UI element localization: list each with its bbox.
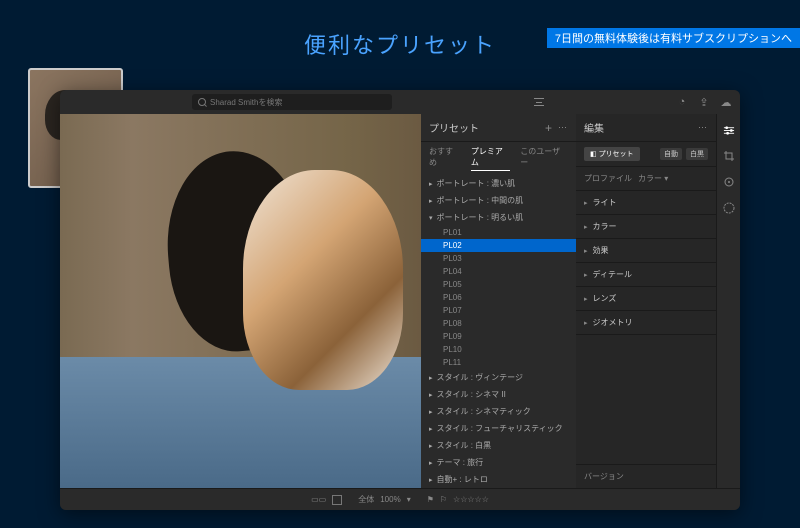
- profile-value[interactable]: カラー ▾: [638, 173, 668, 184]
- edit-section[interactable]: ▸ジオメトリ: [576, 311, 716, 335]
- bottom-bar: ▭▭ 全体 100% ▾ ⚑ ⚐ ☆☆☆☆☆: [60, 488, 740, 510]
- caret-icon: ▸: [429, 180, 433, 188]
- preset-item[interactable]: PL06: [421, 291, 576, 304]
- preset-item[interactable]: PL05: [421, 278, 576, 291]
- preset-group[interactable]: ▸ポートレート : 濃い肌: [421, 175, 576, 192]
- edit-section[interactable]: ▸カラー: [576, 215, 716, 239]
- crop-tool-icon[interactable]: [723, 150, 735, 162]
- preset-group[interactable]: ▸自動+ : レトロ: [421, 471, 576, 488]
- caret-icon: ▸: [429, 408, 433, 416]
- top-bar: Sharad Smithを検索 ◔ ⇪ ☁: [60, 90, 740, 114]
- caret-icon: ▸: [584, 295, 588, 303]
- preset-item[interactable]: PL11: [421, 356, 576, 369]
- preset-group[interactable]: ▸テーマ : 旅行: [421, 454, 576, 471]
- preset-item[interactable]: PL10: [421, 343, 576, 356]
- trial-banner: 7日間の無料体験後は有料サブスクリプションへ: [547, 28, 800, 48]
- preset-group[interactable]: ▸ポートレート : 中間の肌: [421, 192, 576, 209]
- filter-icon[interactable]: [534, 98, 544, 106]
- preset-item[interactable]: PL01: [421, 226, 576, 239]
- preset-group[interactable]: ▸スタイル : フューチャリスティック: [421, 420, 576, 437]
- profile-label: プロファイル: [584, 173, 632, 184]
- preset-group[interactable]: ▸スタイル : シネマ II: [421, 386, 576, 403]
- caret-icon: ▸: [429, 442, 433, 450]
- bell-icon[interactable]: ◔: [676, 96, 688, 108]
- auto-pill[interactable]: 自動: [660, 148, 682, 160]
- caret-icon: ▸: [584, 247, 588, 255]
- caret-icon: ▸: [429, 374, 433, 382]
- app-window: Sharad Smithを検索 ◔ ⇪ ☁ プリセット + ⋯ おすすめプレミア…: [60, 90, 740, 510]
- presets-panel: プリセット + ⋯ おすすめプレミアムこのユーザー ▸ポートレート : 濃い肌▸…: [421, 114, 576, 488]
- cloud-icon[interactable]: ☁: [720, 96, 732, 108]
- caret-icon: ▾: [429, 214, 433, 222]
- edit-section[interactable]: ▸効果: [576, 239, 716, 263]
- preset-tab[interactable]: このユーザー: [520, 146, 568, 171]
- caret-icon: ▸: [584, 319, 588, 327]
- caret-icon: ▸: [429, 391, 433, 399]
- search-placeholder: Sharad Smithを検索: [210, 97, 282, 108]
- preset-tab[interactable]: おすすめ: [429, 146, 461, 171]
- edit-panel: 編集 ⋯ ◧ プリセット 自動 白黒 プロファイル カラー ▾ ▸ライト▸カラー…: [576, 114, 716, 488]
- add-preset-button[interactable]: +: [545, 121, 552, 135]
- caret-icon: ▸: [429, 476, 433, 484]
- right-toolbar: [716, 114, 740, 488]
- version-label[interactable]: バージョン: [576, 464, 716, 488]
- search-icon: [198, 98, 206, 106]
- preset-item[interactable]: PL09: [421, 330, 576, 343]
- heal-tool-icon[interactable]: [723, 176, 735, 188]
- edit-tool-icon[interactable]: [723, 124, 735, 136]
- caret-icon: ▸: [584, 271, 588, 279]
- preset-item[interactable]: PL08: [421, 317, 576, 330]
- caret-icon: ▸: [584, 199, 588, 207]
- preset-item[interactable]: PL07: [421, 304, 576, 317]
- preset-tab[interactable]: プレミアム: [471, 146, 510, 171]
- edit-section[interactable]: ▸レンズ: [576, 287, 716, 311]
- preset-item[interactable]: PL03: [421, 252, 576, 265]
- preset-group[interactable]: ▸スタイル : シネマティック: [421, 403, 576, 420]
- preset-item[interactable]: PL04: [421, 265, 576, 278]
- search-input[interactable]: Sharad Smithを検索: [192, 94, 392, 110]
- preset-item[interactable]: PL02: [421, 239, 576, 252]
- preset-pill[interactable]: ◧ プリセット: [584, 147, 640, 161]
- bw-pill[interactable]: 白黒: [686, 148, 708, 160]
- edit-section[interactable]: ▸ライト: [576, 191, 716, 215]
- edit-title: 編集: [584, 120, 698, 135]
- image-canvas[interactable]: [60, 114, 421, 488]
- edit-section[interactable]: ▸ディテール: [576, 263, 716, 287]
- share-icon[interactable]: ⇪: [698, 96, 710, 108]
- preset-group[interactable]: ▾ポートレート : 明るい肌: [421, 209, 576, 226]
- preset-tabs: おすすめプレミアムこのユーザー: [421, 142, 576, 175]
- preset-group[interactable]: ▸スタイル : 白黒: [421, 437, 576, 454]
- mask-tool-icon[interactable]: [723, 202, 735, 214]
- caret-icon: ▸: [584, 223, 588, 231]
- preset-group[interactable]: ▸スタイル : ヴィンテージ: [421, 369, 576, 386]
- caret-icon: ▸: [429, 425, 433, 433]
- presets-title: プリセット: [429, 120, 545, 135]
- caret-icon: ▸: [429, 197, 433, 205]
- caret-icon: ▸: [429, 459, 433, 467]
- edit-menu-icon[interactable]: ⋯: [698, 122, 708, 133]
- preset-menu-icon[interactable]: ⋯: [558, 122, 568, 133]
